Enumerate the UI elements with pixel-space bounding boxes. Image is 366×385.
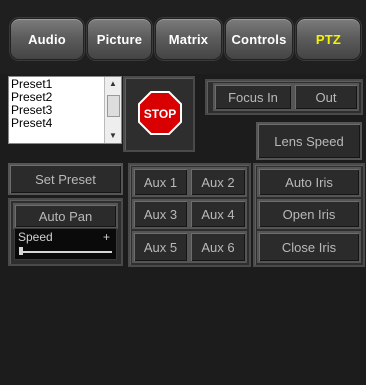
aux-4-label: Aux 4 [201,206,235,222]
tab-picture-label: Picture [96,31,143,47]
set-preset-label: Set Preset [35,171,96,187]
speed-track[interactable] [20,251,112,253]
aux-2-button[interactable]: Aux 2 [189,167,247,197]
tab-picture[interactable]: Picture [87,18,152,60]
auto-pan-button[interactable]: Auto Pan [13,203,118,229]
aux-6-label: Aux 6 [201,239,235,255]
tab-audio[interactable]: Audio [10,18,84,60]
list-item[interactable]: Preset4 [11,117,52,130]
tab-ptz-label: PTZ [315,31,342,47]
aux-panel: Aux 1 Aux 2 Aux 3 Aux 4 Aux 5 Aux 6 [128,163,251,267]
stop-button[interactable]: STOP [123,76,195,152]
tab-matrix-label: Matrix [168,31,209,47]
open-iris-label: Open Iris [282,206,336,222]
focus-out-label: Out [315,89,337,105]
speed-plus-icon: + [102,230,110,244]
aux-5-label: Aux 5 [143,239,178,255]
auto-pan-label: Auto Pan [38,208,93,224]
open-iris-button[interactable]: Open Iris [257,199,361,229]
speed-label: Speed [18,230,53,244]
focus-in-button[interactable]: Focus In [213,83,293,111]
speed-knob[interactable] [19,247,23,255]
close-iris-label: Close Iris [281,239,337,255]
aux-1-button[interactable]: Aux 1 [132,167,189,197]
scroll-down-icon[interactable]: ▼ [105,130,121,142]
iris-panel: Auto Iris Open Iris Close Iris [253,163,365,267]
scroll-up-icon[interactable]: ▲ [105,78,121,90]
preset-list[interactable]: Preset1 Preset2 Preset3 Preset4 ▲ ▼ [8,76,122,144]
aux-2-label: Aux 2 [201,174,235,190]
set-preset-button[interactable]: Set Preset [8,163,123,195]
lens-speed-button[interactable]: Lens Speed [256,122,362,160]
lens-speed-label: Lens Speed [274,133,344,149]
tab-audio-label: Audio [28,31,66,47]
tab-matrix[interactable]: Matrix [155,18,222,60]
scroll-thumb[interactable] [107,95,120,117]
tab-controls[interactable]: Controls [225,18,293,60]
aux-6-button[interactable]: Aux 6 [189,231,247,263]
aux-3-button[interactable]: Aux 3 [132,199,189,229]
preset-scrollbar[interactable]: ▲ ▼ [104,77,121,143]
close-iris-button[interactable]: Close Iris [257,231,361,263]
aux-3-label: Aux 3 [143,206,178,222]
aux-1-label: Aux 1 [143,174,178,190]
aux-5-button[interactable]: Aux 5 [132,231,189,263]
auto-iris-button[interactable]: Auto Iris [257,167,361,197]
tab-ptz[interactable]: PTZ [296,18,361,60]
focus-group: Focus In Out [205,79,363,115]
speed-slider[interactable]: Speed + [14,228,117,260]
auto-iris-label: Auto Iris [285,174,333,190]
focus-in-label: Focus In [228,89,278,105]
stop-label: STOP [144,107,176,121]
stop-sign-icon: STOP [138,91,182,135]
focus-out-button[interactable]: Out [293,83,359,111]
aux-4-button[interactable]: Aux 4 [189,199,247,229]
tab-controls-label: Controls [231,31,287,47]
